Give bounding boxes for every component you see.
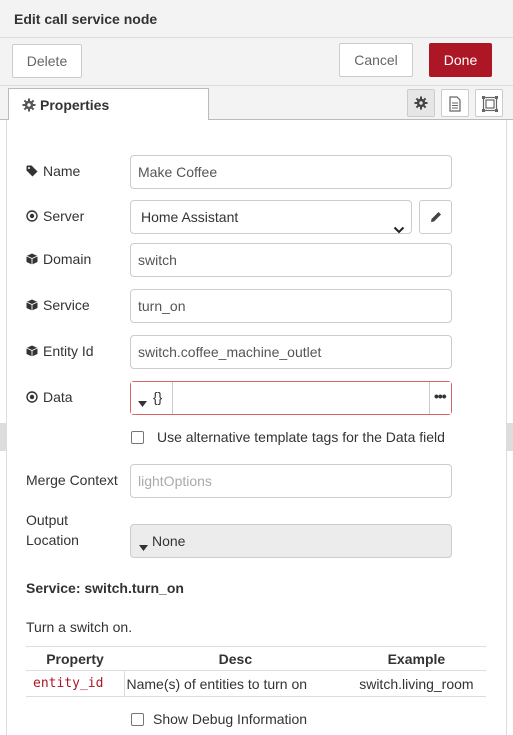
tray-header: Edit call service node <box>0 0 513 38</box>
show-debug-checkbox[interactable] <box>131 713 144 726</box>
server-select[interactable]: Home Assistant <box>130 200 412 234</box>
table-header-example: Example <box>346 646 486 671</box>
domain-label-text: Domain <box>43 251 92 267</box>
service-info-description: Turn a switch on. <box>26 619 133 635</box>
entity-id-input[interactable]: switch.coffee_machine_outlet <box>130 335 452 369</box>
tab-properties[interactable]: Properties <box>8 88 209 121</box>
tab-description-button[interactable] <box>441 89 469 117</box>
tray-toolbar: Delete Cancel Done <box>0 38 513 86</box>
entity-id-label: Entity Id <box>26 343 94 359</box>
output-location-value: None <box>152 533 186 549</box>
server-label-text: Server <box>43 208 85 224</box>
name-input[interactable]: Make Coffee <box>130 155 452 189</box>
cube-icon <box>26 345 38 357</box>
table-header-desc: Desc <box>124 646 347 671</box>
data-expand-button[interactable]: ••• <box>429 382 451 414</box>
delete-button[interactable]: Delete <box>12 44 82 78</box>
table-cell-desc: Name(s) of entities to turn on <box>124 670 347 697</box>
cancel-button[interactable]: Cancel <box>339 43 413 77</box>
caret-down-icon <box>139 538 148 554</box>
tab-properties-label: Properties <box>40 97 110 113</box>
data-label: Data <box>26 389 73 405</box>
cube-icon <box>26 253 38 265</box>
name-label-text: Name <box>43 163 81 179</box>
server-select-value: Home Assistant <box>141 209 239 225</box>
domain-label: Domain <box>26 251 91 267</box>
ellipsis-icon: ••• <box>434 388 447 404</box>
dot-circle-icon <box>26 210 38 222</box>
server-label: Server <box>26 208 84 224</box>
table-row: entity_id Name(s) of entities to turn on… <box>26 670 486 697</box>
service-input[interactable]: turn_on <box>130 289 452 323</box>
merge-context-input[interactable]: lightOptions <box>130 464 452 498</box>
output-location-select[interactable]: None <box>130 524 452 558</box>
tab-bar: Properties <box>0 86 513 121</box>
output-location-label-line2: Location <box>26 532 79 548</box>
data-label-text: Data <box>43 389 73 405</box>
domain-input[interactable]: switch <box>130 243 452 277</box>
table-header-row: Property Desc Example <box>26 646 486 671</box>
cube-icon <box>26 299 38 311</box>
tab-appearance-button[interactable] <box>475 89 503 117</box>
service-label-text: Service <box>43 297 90 313</box>
data-type-label: {} <box>153 389 163 405</box>
tag-icon <box>26 165 38 177</box>
alt-template-checkbox[interactable] <box>131 431 144 444</box>
caret-down-icon <box>138 394 147 410</box>
service-properties-table: Property Desc Example entity_id Name(s) … <box>26 646 486 697</box>
data-typed-input[interactable]: {} ••• <box>130 381 452 415</box>
resize-handle-right[interactable] <box>507 423 513 451</box>
dot-circle-icon <box>26 391 38 403</box>
table-cell-property: entity_id <box>26 670 125 697</box>
tab-settings-button[interactable] <box>407 89 435 117</box>
service-label: Service <box>26 297 90 313</box>
table-cell-example: switch.living_room <box>346 670 486 697</box>
entity-id-label-text: Entity Id <box>43 343 94 359</box>
service-info-title: Service: switch.turn_on <box>26 580 184 596</box>
show-debug-label: Show Debug Information <box>153 711 308 727</box>
name-label: Name <box>26 163 80 179</box>
done-button[interactable]: Done <box>429 43 492 77</box>
output-location-label-line1: Output <box>26 512 69 528</box>
chevron-down-icon <box>393 213 405 245</box>
gear-icon <box>22 98 36 112</box>
tray-title: Edit call service node <box>14 11 158 27</box>
alt-template-label: Use alternative template tags for the Da… <box>157 429 445 445</box>
data-type-select-button[interactable]: {} <box>131 382 173 414</box>
table-header-property: Property <box>26 646 124 671</box>
merge-context-label: Merge Context <box>26 472 118 488</box>
edit-server-button[interactable] <box>419 200 452 234</box>
